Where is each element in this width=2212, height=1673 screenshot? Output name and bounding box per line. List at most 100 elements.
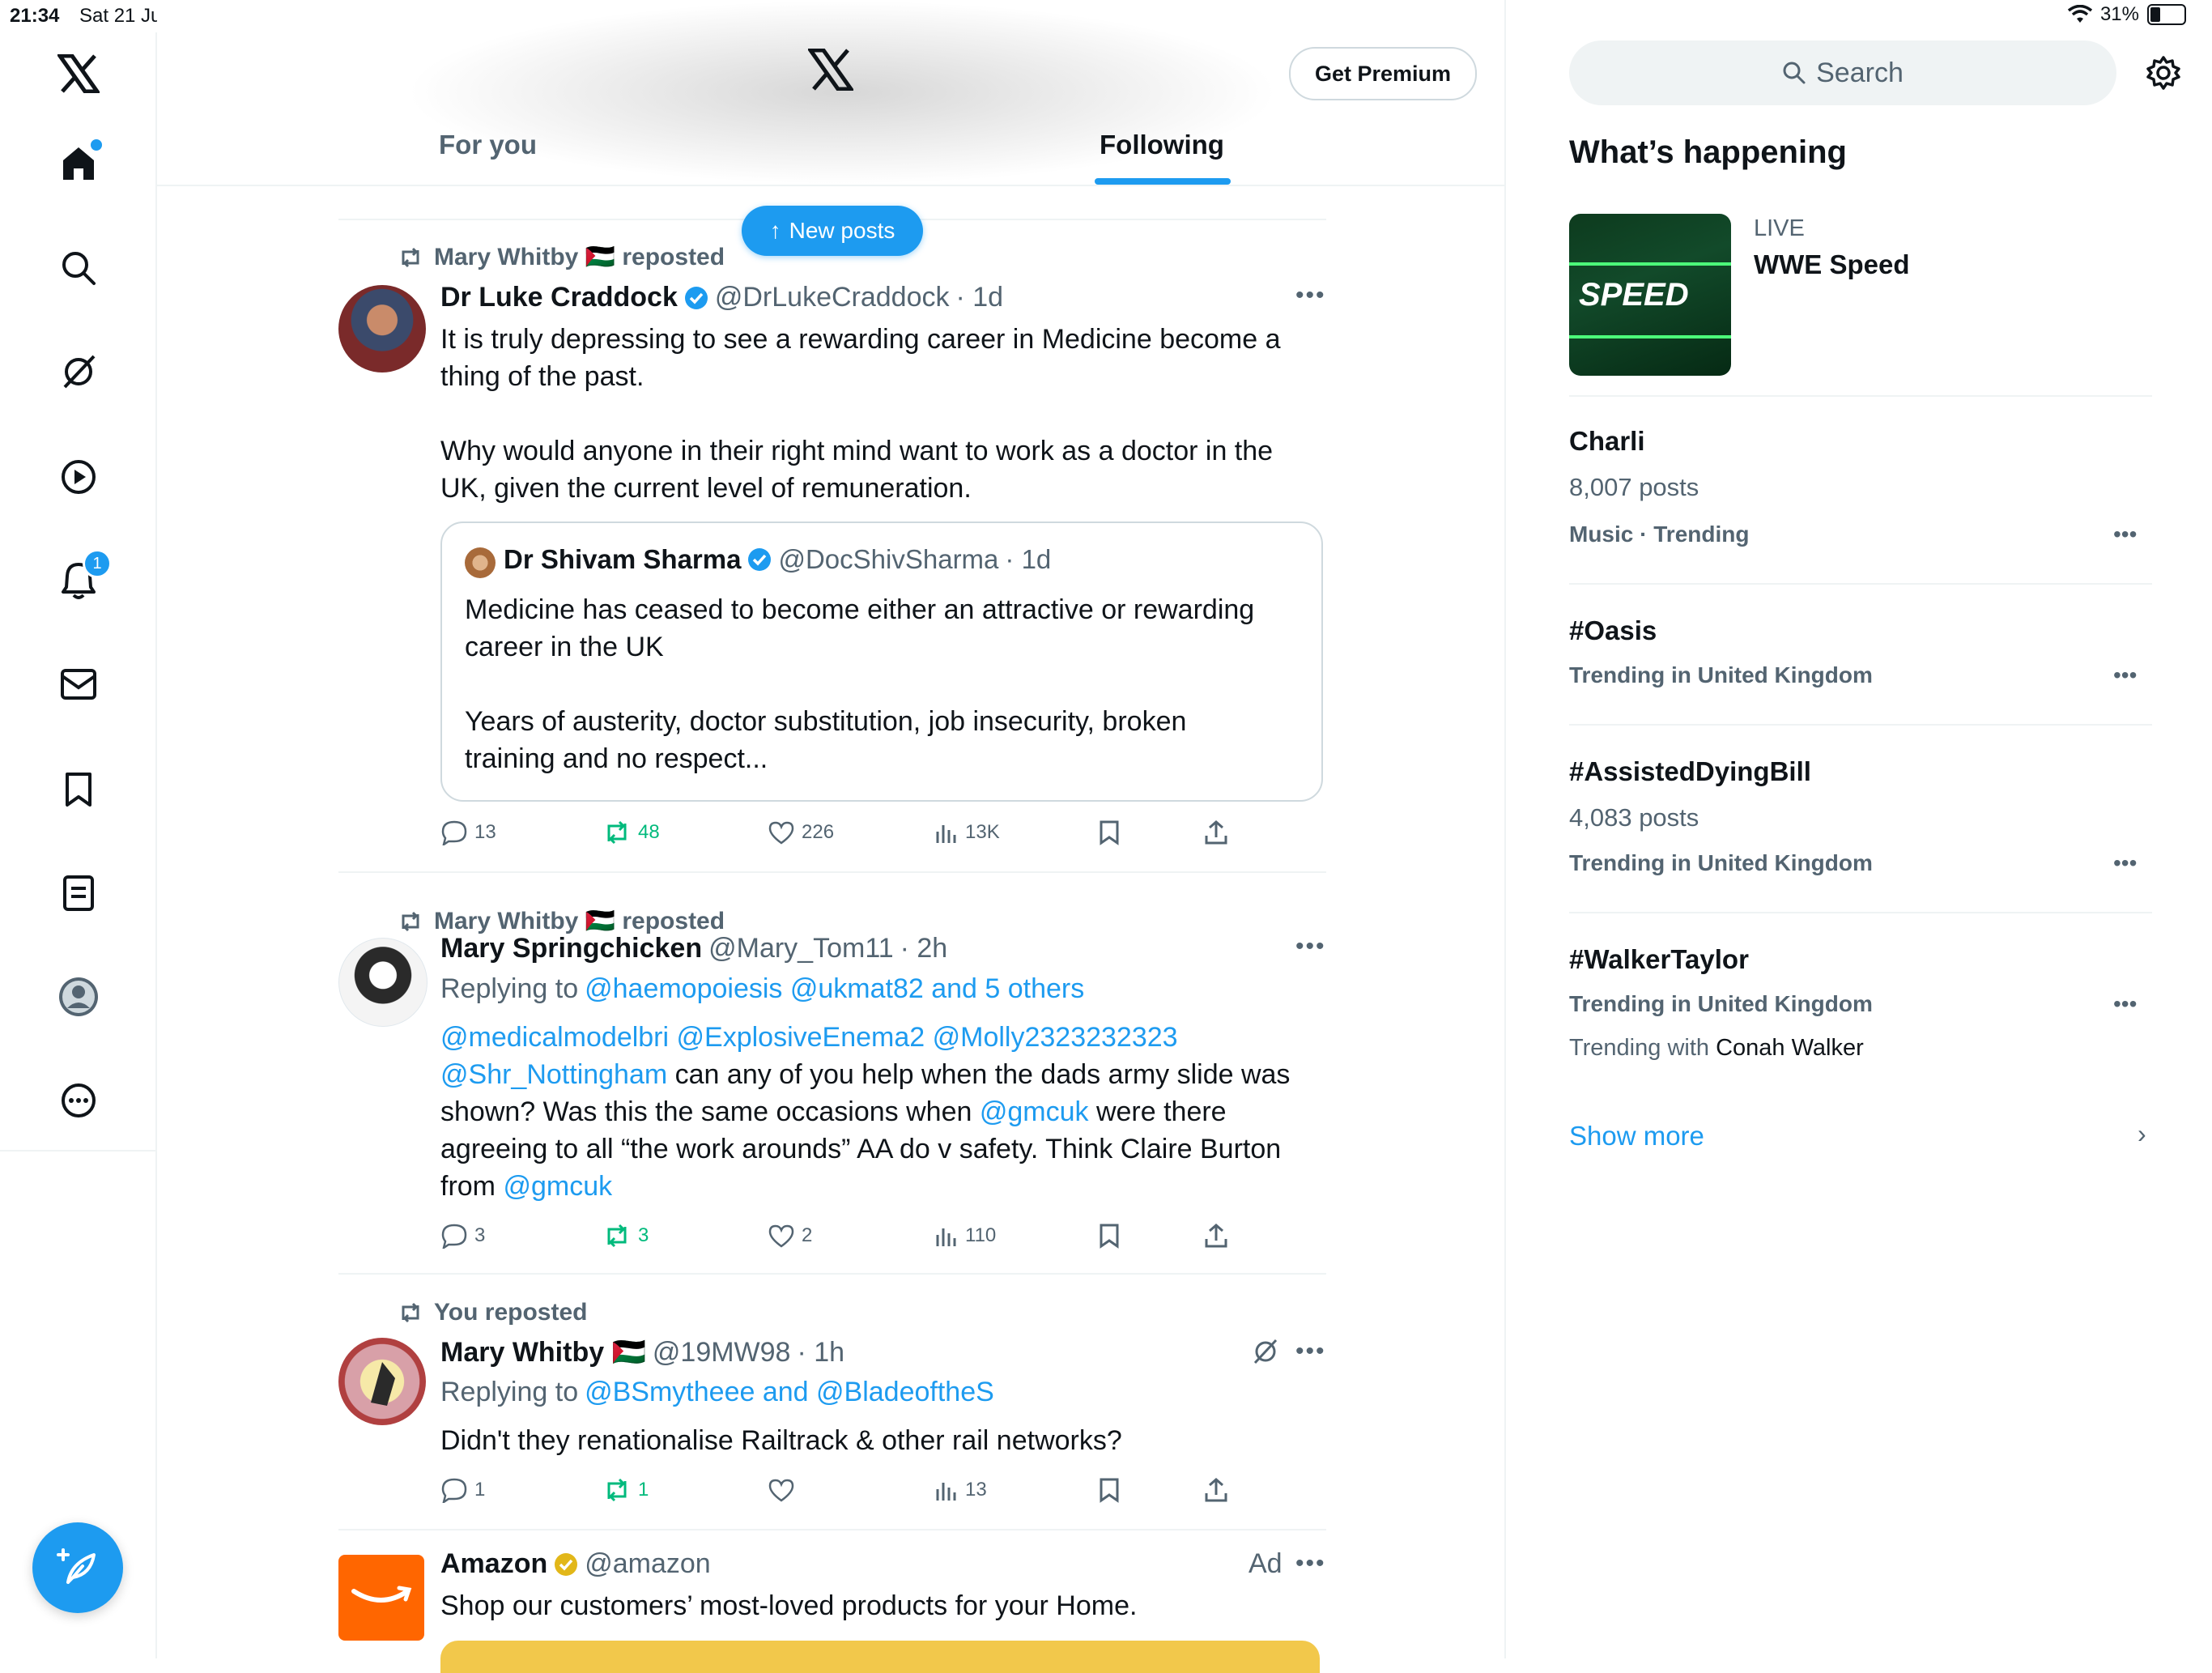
author-handle[interactable]: @Mary_Tom11 xyxy=(708,933,894,964)
author-handle[interactable]: @amazon xyxy=(585,1548,710,1580)
home-icon[interactable] xyxy=(50,134,107,191)
avatar[interactable] xyxy=(338,938,428,1027)
trend-posts: 8,007 posts xyxy=(1569,473,1699,501)
bookmarks-icon[interactable] xyxy=(50,761,107,818)
author-name[interactable]: Amazon xyxy=(440,1548,547,1580)
mention-link[interactable]: @gmcuk xyxy=(980,1096,1089,1127)
share-button[interactable] xyxy=(1203,1218,1229,1254)
reply-button[interactable]: 1 xyxy=(440,1472,485,1508)
notifications-icon[interactable]: 1 xyxy=(50,549,112,609)
verified-badge-icon xyxy=(684,286,708,309)
reply-count: 3 xyxy=(474,1224,486,1246)
tab-following[interactable]: Following xyxy=(1100,130,1224,160)
heart-icon xyxy=(768,1224,794,1248)
bookmark-button[interactable] xyxy=(1098,815,1121,850)
video-icon[interactable] xyxy=(50,449,107,505)
repost-button[interactable]: 48 xyxy=(602,815,660,850)
author-name[interactable]: Mary Springchicken xyxy=(440,933,702,964)
mention-link[interactable]: @Shr_Nottingham xyxy=(440,1059,667,1090)
trend-title[interactable]: #AssistedDyingBill xyxy=(1569,756,1811,787)
author-name[interactable]: Mary Whitby 🇵🇸 xyxy=(440,1336,646,1369)
trending-with: Trending with Conah Walker xyxy=(1569,1035,1864,1062)
trend-meta: Trending in United Kingdom xyxy=(1569,850,1873,875)
messages-icon[interactable] xyxy=(50,656,107,713)
share-button[interactable] xyxy=(1203,1472,1229,1508)
like-button[interactable]: 226 xyxy=(768,815,834,850)
share-button[interactable] xyxy=(1203,815,1229,850)
repost-indicator[interactable]: Mary Whitby 🇵🇸 reposted xyxy=(398,243,725,271)
repost-text: Mary Whitby 🇵🇸 reposted xyxy=(434,908,725,934)
tab-for-you[interactable]: For you xyxy=(439,130,537,160)
tweet-time[interactable]: · 1h xyxy=(797,1337,844,1369)
repost-button[interactable]: 3 xyxy=(602,1218,649,1254)
trend-meta: Music · Trending xyxy=(1569,521,1750,547)
tab-active-indicator xyxy=(1095,178,1231,185)
tweet-more-icon[interactable]: ••• xyxy=(1295,1550,1326,1577)
home-unread-dot xyxy=(89,138,104,152)
replying-to-link[interactable]: @BSmytheee and @BladeoftheS xyxy=(585,1377,994,1408)
tweet-time[interactable]: · 1d xyxy=(956,282,1004,313)
trend-item[interactable]: Charli xyxy=(1569,426,1645,457)
like-button[interactable]: 2 xyxy=(768,1218,812,1254)
compose-button[interactable] xyxy=(32,1522,123,1613)
compose-feather-icon xyxy=(57,1548,96,1584)
grok-icon[interactable] xyxy=(1252,1338,1279,1369)
views-button[interactable]: 110 xyxy=(934,1218,996,1254)
tweet-actions: 3 3 2 110 xyxy=(440,1218,1250,1254)
lists-icon[interactable] xyxy=(50,865,107,922)
new-posts-button[interactable]: ↑ New posts xyxy=(742,206,923,256)
trending-with-name[interactable]: Conah Walker xyxy=(1716,1035,1864,1061)
trend-more-icon[interactable]: ••• xyxy=(2113,662,2137,688)
author-name[interactable]: Dr Luke Craddock xyxy=(440,282,678,313)
live-event-title[interactable]: WWE Speed xyxy=(1754,249,1910,280)
repost-icon xyxy=(402,1302,419,1323)
settings-gear-icon[interactable] xyxy=(2146,55,2181,95)
reply-button[interactable]: 3 xyxy=(440,1218,485,1254)
mention-link[interactable]: @gmcuk xyxy=(503,1171,612,1202)
search-icon[interactable] xyxy=(50,240,107,296)
avatar[interactable] xyxy=(338,1338,426,1425)
more-icon[interactable] xyxy=(50,1072,107,1129)
trend-more-icon[interactable]: ••• xyxy=(2113,521,2137,547)
bookmark-button[interactable] xyxy=(1098,1472,1121,1508)
author-handle[interactable]: @DrLukeCraddock xyxy=(715,282,950,313)
mention-link[interactable]: @medicalmodelbri @ExplosiveEnema2 @Molly… xyxy=(440,1022,1178,1053)
author-handle[interactable]: @19MW98 xyxy=(653,1337,791,1369)
trend-more-icon[interactable]: ••• xyxy=(2113,991,2137,1017)
trend-title[interactable]: #WalkerTaylor xyxy=(1569,944,1749,975)
like-button[interactable] xyxy=(768,1472,795,1508)
replying-to-link[interactable]: @haemopoiesis @ukmat82 and 5 others xyxy=(585,973,1084,1005)
ad-media[interactable] xyxy=(440,1641,1320,1673)
live-event-thumbnail[interactable]: SPEED xyxy=(1569,214,1731,376)
views-button[interactable]: 13 xyxy=(934,1472,987,1508)
heart-icon xyxy=(768,1479,794,1502)
profile-icon[interactable] xyxy=(50,968,107,1025)
bookmark-button[interactable] xyxy=(1098,1218,1121,1254)
tweet-time[interactable]: · 2h xyxy=(900,933,948,964)
repost-button[interactable]: 1 xyxy=(602,1472,649,1508)
replying-prefix: Replying to xyxy=(440,1377,579,1407)
trend-title[interactable]: #Oasis xyxy=(1569,615,1657,646)
show-more-link[interactable]: Show more xyxy=(1569,1121,1704,1152)
share-icon xyxy=(1205,1224,1227,1248)
trend-divider xyxy=(1569,912,2152,913)
avatar[interactable] xyxy=(338,285,426,372)
search-input[interactable]: Search xyxy=(1569,40,2116,105)
get-premium-button[interactable]: Get Premium xyxy=(1289,47,1477,100)
header-x-logo-icon[interactable] xyxy=(806,48,855,95)
search-placeholder: Search xyxy=(1816,57,1904,88)
views-icon xyxy=(936,1228,956,1246)
x-logo-icon[interactable] xyxy=(50,45,107,102)
quote-time: · 1d xyxy=(1005,544,1052,574)
amazon-logo-icon[interactable] xyxy=(338,1555,424,1641)
trend-more-icon[interactable]: ••• xyxy=(2113,850,2137,876)
tweet-more-icon[interactable]: ••• xyxy=(1295,1338,1326,1365)
repost-indicator[interactable]: Mary Whitby 🇵🇸 reposted xyxy=(398,907,725,935)
tweet-text: from xyxy=(440,1171,504,1202)
tweet-more-icon[interactable]: ••• xyxy=(1295,282,1326,309)
repost-indicator[interactable]: You reposted xyxy=(398,1299,587,1326)
tweet-more-icon[interactable]: ••• xyxy=(1295,933,1326,960)
grok-icon[interactable] xyxy=(50,343,107,400)
reply-button[interactable]: 13 xyxy=(440,815,496,850)
views-button[interactable]: 13K xyxy=(934,815,1000,850)
